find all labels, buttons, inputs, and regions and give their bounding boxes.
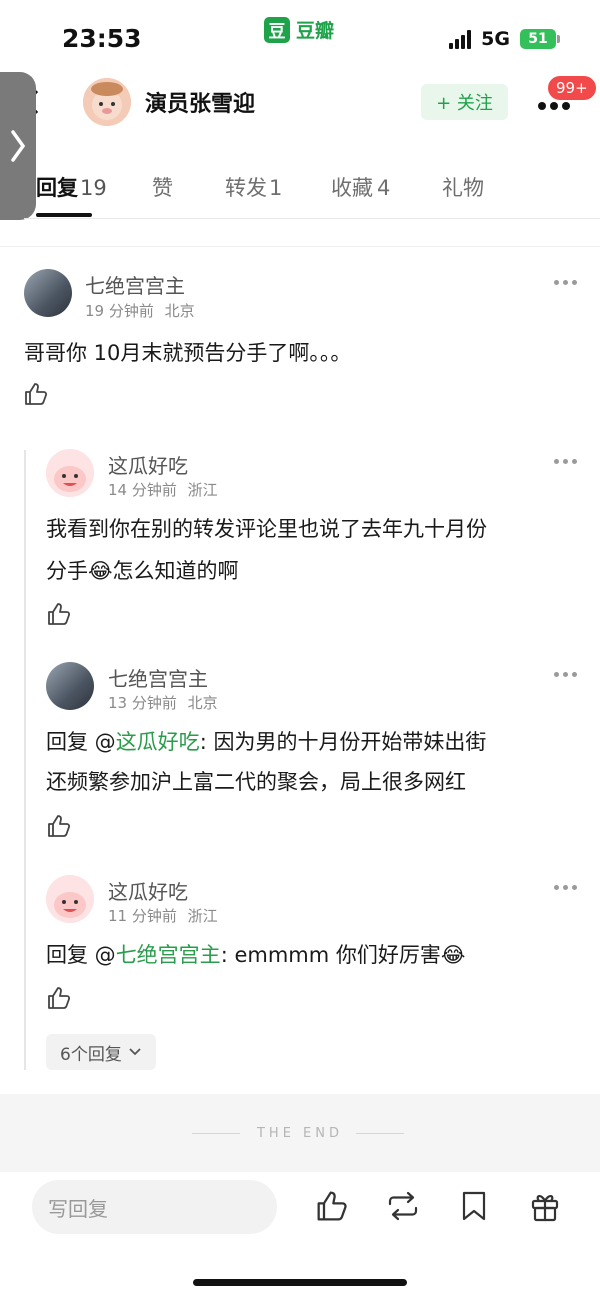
tab-label: 转发 bbox=[225, 176, 267, 200]
like-button[interactable] bbox=[24, 382, 48, 410]
comment-more-icon[interactable] bbox=[554, 459, 577, 464]
divider bbox=[24, 218, 600, 219]
tab-collections[interactable]: 收藏 4 bbox=[331, 172, 390, 202]
author-avatar[interactable] bbox=[83, 78, 131, 126]
like-icon bbox=[317, 1191, 347, 1221]
like-button[interactable] bbox=[316, 1190, 348, 1226]
home-indicator[interactable] bbox=[193, 1279, 407, 1286]
status-time: 23:53 bbox=[62, 24, 142, 53]
tab-label: 收藏 bbox=[331, 176, 373, 200]
comment-meta: 14 分钟前 浙江 bbox=[108, 479, 218, 500]
gift-button[interactable] bbox=[530, 1190, 560, 1226]
reply-prefix: 回复 @ bbox=[46, 730, 116, 754]
divider bbox=[0, 246, 600, 247]
comment-author[interactable]: 这瓜好吃 bbox=[108, 450, 188, 479]
comment-time: 11 分钟前 bbox=[108, 907, 177, 925]
tab-replies[interactable]: 回复19 bbox=[36, 172, 107, 202]
comment-text-line: 还频繁参加沪上富二代的聚会，局上很多网红 bbox=[46, 770, 466, 794]
like-button[interactable] bbox=[47, 814, 71, 842]
battery-level: 51 bbox=[520, 29, 556, 49]
avatar[interactable] bbox=[46, 662, 94, 710]
like-button[interactable] bbox=[47, 602, 71, 630]
mention-link[interactable]: 这瓜好吃 bbox=[116, 730, 200, 754]
comment-author[interactable]: 这瓜好吃 bbox=[108, 876, 188, 905]
mention-link[interactable]: 七绝宫宫主 bbox=[116, 943, 221, 967]
avatar[interactable] bbox=[46, 875, 94, 923]
notification-badge: 99+ bbox=[546, 74, 598, 102]
laughing-emoji-icon: 😂 bbox=[88, 559, 113, 583]
bookmark-button[interactable] bbox=[460, 1190, 488, 1226]
comment-text: 哥哥你 10月末就预告分手了啊。。。 bbox=[24, 341, 352, 365]
comment-author[interactable]: 七绝宫宫主 bbox=[108, 663, 208, 692]
end-label: THE END bbox=[256, 1126, 343, 1141]
comment-meta: 19 分钟前 北京 bbox=[85, 300, 195, 321]
tab-gifts[interactable]: 礼物 bbox=[442, 172, 484, 202]
like-button[interactable] bbox=[47, 986, 71, 1014]
comment-time: 19 分钟前 bbox=[85, 302, 154, 320]
like-icon bbox=[25, 383, 48, 405]
comment-location: 北京 bbox=[187, 694, 218, 712]
comment-text-part: 怎么知道的啊 bbox=[112, 559, 239, 583]
tab-count: 4 bbox=[377, 176, 391, 200]
tab-label: 礼物 bbox=[442, 176, 484, 200]
side-back-handle[interactable] bbox=[0, 72, 36, 220]
comment-location: 浙江 bbox=[187, 907, 218, 925]
like-icon bbox=[48, 603, 71, 625]
thread-line bbox=[24, 450, 26, 1070]
network-type: 5G bbox=[481, 28, 510, 50]
comment-time: 13 分钟前 bbox=[108, 694, 177, 712]
comment-text-part: : 因为男的十月份开始带妹出街 bbox=[199, 730, 487, 754]
bookmark-icon bbox=[462, 1191, 486, 1221]
author-name[interactable]: 演员张雪迎 bbox=[145, 86, 255, 118]
tab-likes[interactable]: 赞 bbox=[152, 172, 173, 202]
comment-text-part: 分手 bbox=[46, 559, 88, 583]
comment-location: 北京 bbox=[164, 302, 195, 320]
comment-text-line: 回复 @七绝宫宫主: emmmm 你们好厉害😂 bbox=[46, 934, 465, 976]
comment-author[interactable]: 七绝宫宫主 bbox=[85, 270, 185, 299]
comment-more-icon[interactable] bbox=[554, 280, 577, 285]
laughing-emoji-icon: 😂 bbox=[440, 943, 466, 967]
tab-count: 19 bbox=[80, 176, 107, 200]
comment-text-line: 分手😂怎么知道的啊 bbox=[46, 550, 239, 592]
more-replies-label: 6个回复 bbox=[60, 1044, 122, 1065]
comment-text-line: 我看到你在别的转发评论里也说了去年九十月份 bbox=[46, 517, 487, 541]
repost-icon bbox=[388, 1191, 418, 1221]
app-logo: 豆 bbox=[264, 16, 290, 43]
tab-count: 1 bbox=[269, 176, 283, 200]
more-icon bbox=[538, 102, 570, 110]
comment-more-icon[interactable] bbox=[554, 885, 577, 890]
reply-input[interactable]: 写回复 bbox=[32, 1180, 277, 1234]
comment-time: 14 分钟前 bbox=[108, 481, 177, 499]
comment-text-line: 回复 @这瓜好吃: 因为男的十月份开始带妹出街 bbox=[46, 721, 486, 763]
signal-icon bbox=[449, 29, 472, 49]
avatar[interactable] bbox=[24, 269, 72, 317]
chevron-down-icon bbox=[129, 1048, 141, 1056]
avatar[interactable] bbox=[46, 449, 94, 497]
gift-icon bbox=[531, 1195, 559, 1222]
follow-button[interactable]: + 关注 bbox=[421, 84, 508, 120]
tab-label: 赞 bbox=[152, 176, 173, 200]
app-name: 豆瓣 bbox=[296, 20, 335, 42]
battery-icon: 51 bbox=[520, 29, 560, 49]
tab-label: 回复 bbox=[36, 176, 78, 200]
like-icon bbox=[48, 987, 71, 1009]
status-app-indicator: 豆 豆瓣 bbox=[264, 16, 334, 43]
repost-button[interactable] bbox=[386, 1190, 420, 1226]
comment-text-part: : emmmm 你们好厉害 bbox=[220, 943, 441, 967]
comment-location: 浙江 bbox=[187, 481, 218, 499]
tab-reposts[interactable]: 转发1 bbox=[225, 172, 282, 202]
comment-meta: 13 分钟前 北京 bbox=[108, 692, 218, 713]
comment-meta: 11 分钟前 浙江 bbox=[108, 905, 218, 926]
status-icons: 5G 51 bbox=[449, 28, 560, 50]
more-replies-button[interactable]: 6个回复 bbox=[46, 1034, 156, 1070]
comment-more-icon[interactable] bbox=[554, 672, 577, 677]
reply-prefix: 回复 @ bbox=[46, 943, 116, 967]
chevron-right-icon bbox=[11, 130, 26, 162]
like-icon bbox=[48, 815, 71, 837]
tab-active-indicator bbox=[36, 213, 92, 217]
